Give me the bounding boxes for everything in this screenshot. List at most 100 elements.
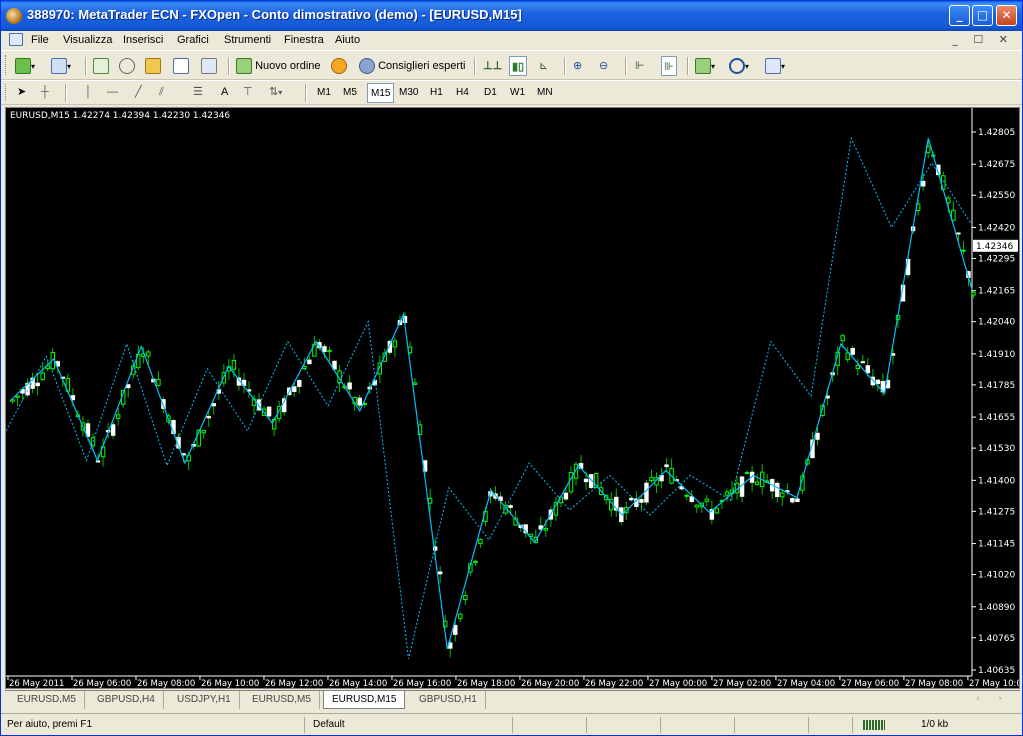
price-tick-label: 1.41785 bbox=[978, 381, 1015, 391]
timeframe-w1[interactable]: W1 bbox=[507, 83, 528, 103]
toolbar-separator bbox=[85, 57, 87, 75]
title-bar[interactable]: 388970: MetaTrader ECN - FXOpen - Conto … bbox=[1, 1, 1022, 31]
candle-bull bbox=[694, 504, 699, 508]
toolbar-separator bbox=[305, 84, 307, 102]
tab-eurusd-m5-2[interactable]: EURUSD,M5 bbox=[244, 691, 320, 709]
close-button[interactable]: ✕ bbox=[996, 5, 1017, 26]
candle-bear bbox=[110, 424, 116, 436]
cursor-icon[interactable]: ➤ bbox=[17, 82, 26, 102]
vertical-line-icon[interactable]: │ bbox=[85, 82, 92, 102]
new-order-label: Nuovo ordine bbox=[255, 60, 321, 72]
timeframe-m1[interactable]: M1 bbox=[314, 83, 334, 103]
menu-visualizza[interactable]: Visualizza bbox=[63, 34, 112, 46]
status-cell-empty bbox=[813, 717, 853, 733]
toolbar-separator bbox=[474, 57, 476, 75]
candle-bull bbox=[704, 498, 710, 502]
time-tick-label: 27 May 00:00 bbox=[649, 679, 707, 688]
tab-gbpusd-h4[interactable]: GBPUSD,H4 bbox=[89, 691, 164, 709]
fibonacci-icon[interactable]: ☰ bbox=[193, 82, 203, 102]
data-window-icon[interactable] bbox=[119, 56, 135, 76]
timeframe-mn[interactable]: MN bbox=[534, 83, 556, 103]
candle-bull bbox=[201, 429, 206, 434]
strategy-tester-icon[interactable] bbox=[201, 56, 217, 76]
candle-bear bbox=[920, 180, 926, 187]
candle-bull bbox=[754, 481, 760, 485]
chart-window[interactable]: 1.42805 1.42675 1.42550 1.42420 1.42295 1.421… bbox=[5, 107, 1020, 689]
price-chart[interactable]: 1.42805 1.42675 1.42550 1.42420 1.42295 1.421… bbox=[6, 108, 1019, 688]
metaeditor-icon[interactable] bbox=[331, 56, 347, 76]
indicators-button[interactable]: ▾ bbox=[695, 56, 715, 76]
menu-aiuto[interactable]: Aiuto bbox=[335, 34, 360, 46]
timeframe-m5[interactable]: M5 bbox=[340, 83, 360, 103]
bar-chart-icon[interactable]: ⊥⊥ bbox=[483, 56, 502, 76]
arrows-icon[interactable]: ⇅▾ bbox=[269, 82, 282, 102]
candle-bull bbox=[427, 497, 433, 504]
market-watch-icon[interactable] bbox=[93, 56, 109, 76]
candle-bull bbox=[855, 364, 860, 370]
horizontal-line-icon[interactable]: — bbox=[107, 82, 118, 102]
candle-bear bbox=[35, 382, 40, 387]
chart-background bbox=[6, 108, 1019, 688]
status-help: Per aiuto, premi F1 bbox=[3, 717, 305, 733]
toolbar-separator bbox=[625, 57, 627, 75]
equidistant-channel-icon[interactable]: ⫽ bbox=[159, 82, 164, 102]
tab-eurusd-m5[interactable]: EURUSD,M5 bbox=[9, 691, 85, 709]
status-bar: Per aiuto, premi F1 Default 1/0 kb bbox=[1, 713, 1022, 735]
tab-gbpusd-h1[interactable]: GBPUSD,H1 bbox=[411, 691, 486, 709]
terminal-icon[interactable] bbox=[173, 56, 189, 76]
document-icon[interactable] bbox=[9, 33, 23, 46]
zoom-in-icon[interactable]: ⊕ bbox=[573, 56, 582, 76]
price-tick-label: 1.42040 bbox=[978, 318, 1015, 328]
time-tick-label: 27 May 06:00 bbox=[841, 679, 899, 688]
toolbar-grip[interactable] bbox=[5, 84, 8, 101]
time-tick-label: 26 May 22:00 bbox=[585, 679, 643, 688]
candlestick-chart-icon[interactable]: ▮▯ bbox=[509, 56, 528, 76]
timeframe-m15[interactable]: M15 bbox=[367, 83, 395, 103]
connection-bars-icon bbox=[863, 720, 885, 730]
minimize-button[interactable]: _ bbox=[949, 5, 970, 26]
price-tick-label: 1.42420 bbox=[978, 223, 1015, 233]
time-tick-label: 27 May 08:00 bbox=[905, 679, 963, 688]
new-order-button[interactable]: Nuovo ordine bbox=[236, 56, 321, 76]
expert-advisors-button[interactable]: Consiglieri esperti bbox=[359, 56, 466, 76]
crosshair-icon[interactable]: ┼ bbox=[41, 82, 49, 102]
toolbar-separator bbox=[687, 57, 689, 75]
new-chart-button[interactable]: ▾ bbox=[15, 56, 35, 76]
timeframe-d1[interactable]: D1 bbox=[481, 83, 500, 103]
timeframe-m30[interactable]: M30 bbox=[396, 83, 421, 103]
chart-shift-icon[interactable]: ⊪ bbox=[661, 56, 677, 76]
toolbar-grip[interactable] bbox=[5, 55, 8, 75]
mdi-controls[interactable]: _ ☐ ✕ bbox=[952, 33, 1014, 46]
toolbar-separator bbox=[228, 57, 230, 75]
app-icon[interactable] bbox=[6, 8, 22, 24]
text-tool-button[interactable]: A bbox=[221, 82, 228, 102]
candle-bear bbox=[322, 346, 327, 352]
trendline-icon[interactable]: ╱ bbox=[135, 82, 142, 102]
menu-inserisci[interactable]: Inserisci bbox=[123, 34, 163, 46]
standard-toolbar: ▾ ▾ Nuovo ordine Consiglieri esperti ⊥⊥ … bbox=[1, 50, 1022, 80]
menu-grafici[interactable]: Grafici bbox=[177, 34, 209, 46]
candle-bear bbox=[644, 482, 649, 503]
navigator-icon[interactable] bbox=[145, 56, 161, 76]
timeframe-h1[interactable]: H1 bbox=[427, 83, 446, 103]
menu-file[interactable]: File bbox=[31, 34, 49, 46]
text-label-icon[interactable]: ⊤ bbox=[243, 82, 253, 102]
tab-scroll-arrows[interactable]: ‹ › bbox=[976, 694, 1010, 704]
auto-scroll-icon[interactable]: ⊩ bbox=[635, 56, 645, 76]
candle-bull bbox=[463, 595, 468, 601]
tab-usdjpy-h1[interactable]: USDJPY,H1 bbox=[169, 691, 240, 709]
app-window: 388970: MetaTrader ECN - FXOpen - Conto … bbox=[0, 0, 1023, 736]
tab-eurusd-m15[interactable]: EURUSD,M15 bbox=[323, 691, 406, 709]
periods-button[interactable]: ▾ bbox=[729, 56, 749, 76]
maximize-button[interactable]: □ bbox=[972, 5, 993, 26]
drawing-toolbar: ➤ ┼ │ — ╱ ⫽ ☰ A ⊤ ⇅▾ M1 M5 M15 M30 H1 H4… bbox=[1, 80, 1022, 105]
time-tick-label: 27 May 02:00 bbox=[713, 679, 771, 688]
templates-button[interactable]: ▾ bbox=[765, 56, 785, 76]
profiles-button[interactable]: ▾ bbox=[51, 56, 71, 76]
timeframe-h4[interactable]: H4 bbox=[453, 83, 472, 103]
line-chart-icon[interactable]: ⊾ bbox=[539, 56, 548, 76]
status-cell-empty bbox=[665, 717, 735, 733]
menu-finestra[interactable]: Finestra bbox=[284, 34, 324, 46]
zoom-out-icon[interactable]: ⊖ bbox=[599, 56, 608, 76]
menu-strumenti[interactable]: Strumenti bbox=[224, 34, 271, 46]
